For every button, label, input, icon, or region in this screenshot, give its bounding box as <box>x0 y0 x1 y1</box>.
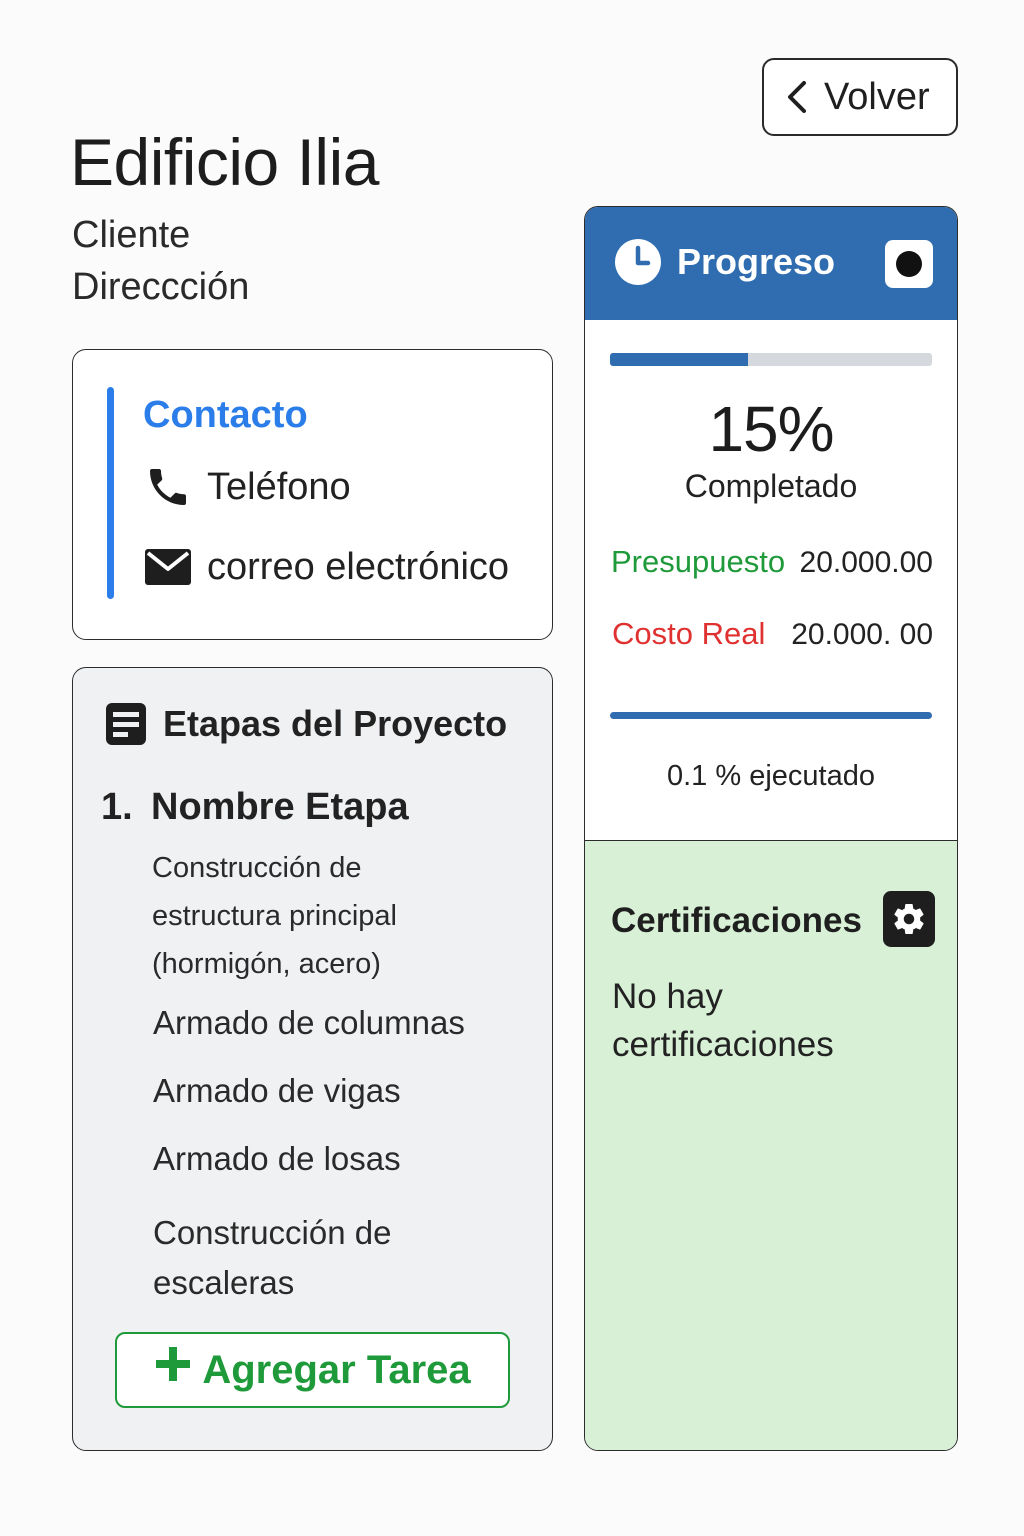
progress-bar-fill <box>610 353 749 366</box>
execution-bar <box>610 712 932 719</box>
envelope-icon <box>143 542 193 592</box>
stages-header: Etapas del Proyecto <box>105 702 507 746</box>
progress-header: Progreso <box>585 207 957 320</box>
stop-button[interactable] <box>885 240 933 288</box>
client-label: Cliente <box>72 214 191 256</box>
budget-value: 20.000.00 <box>799 546 933 579</box>
progress-bar <box>610 353 932 366</box>
page-title: Edificio Ilia <box>70 125 379 199</box>
contact-title: Contacto <box>143 394 308 436</box>
contact-email[interactable]: correo electrónico <box>143 542 509 592</box>
back-button-label: Volver <box>824 75 930 118</box>
chevron-left-icon <box>784 79 810 115</box>
gear-icon[interactable] <box>883 891 935 947</box>
project-detail-page: Volver Edificio Ilia Cliente Direccción … <box>0 0 1024 1536</box>
contact-phone[interactable]: Teléfono <box>143 462 351 512</box>
phone-label: Teléfono <box>207 465 351 508</box>
cost-value: 20.000. 00 <box>791 618 933 651</box>
task-item[interactable]: Construcción de escaleras <box>153 1208 473 1308</box>
back-button[interactable]: Volver <box>762 58 958 136</box>
cost-label: Costo Real <box>612 616 766 651</box>
certifications-section: Certificaciones No hay certificaciones <box>585 840 957 1450</box>
contact-accent-bar <box>107 387 114 599</box>
stage-number: 1. <box>101 786 133 828</box>
clock-icon <box>613 237 663 287</box>
add-task-label: Agregar Tarea <box>202 1347 471 1392</box>
stop-icon <box>896 251 922 277</box>
progress-panel: Progreso 15% Completado Presupuesto 20.0… <box>584 206 958 1451</box>
stage-description: Construcción de estructura principal (ho… <box>152 852 397 980</box>
budget-label: Presupuesto <box>611 544 786 579</box>
progress-percent-label: Completado <box>684 468 858 504</box>
plus-icon <box>154 1344 192 1392</box>
phone-icon <box>143 462 193 512</box>
email-label: correo electrónico <box>207 545 510 588</box>
stages-title: Etapas del Proyecto <box>163 703 508 744</box>
execution-label: 0.1 % ejecutado <box>667 760 875 792</box>
task-item[interactable]: Armado de vigas <box>153 1072 401 1110</box>
progress-percent: 15% <box>708 393 834 465</box>
document-icon <box>105 702 147 746</box>
task-item[interactable]: Armado de columnas <box>153 1004 465 1042</box>
execution-bar-fill <box>610 712 932 719</box>
progress-body: 15% Completado Presupuesto 20.000.00 Cos… <box>585 320 957 840</box>
task-item[interactable]: Armado de losas <box>153 1140 401 1178</box>
stage-name[interactable]: Nombre Etapa <box>151 786 409 829</box>
certifications-title: Certificaciones <box>611 901 862 940</box>
add-task-button[interactable]: Agregar Tarea <box>115 1332 510 1408</box>
contact-card: Contacto Teléfono correo electrónico <box>72 349 553 640</box>
stages-card: Etapas del Proyecto 1. Nombre Etapa Cons… <box>72 667 553 1451</box>
address-label: Direccción <box>72 266 250 308</box>
certifications-empty-text: No hay certificaciones <box>612 977 834 1064</box>
progress-title: Progreso <box>677 241 836 282</box>
